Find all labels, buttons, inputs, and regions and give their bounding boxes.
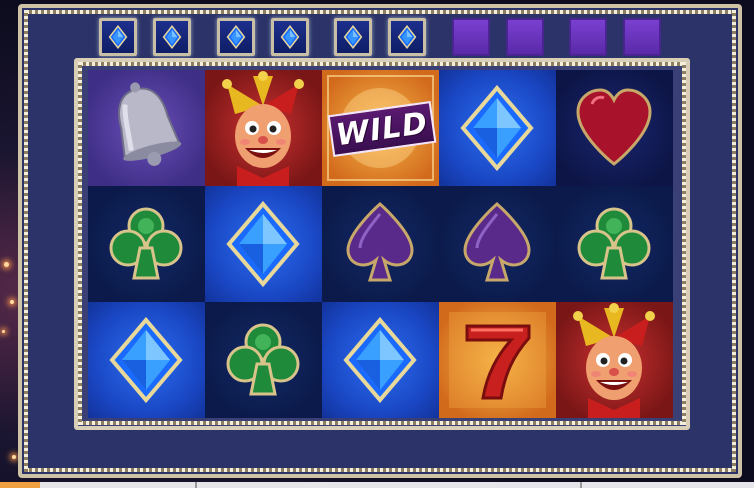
tracker-slot-lit <box>217 18 255 56</box>
reel-cell-jester <box>205 70 322 186</box>
bottom-bar-accent <box>0 482 40 488</box>
sparkle-light <box>12 455 16 459</box>
slot-game-screen: { "game": {"wild_text": "WILD"}, "colors… <box>0 0 754 488</box>
reel-light-strip <box>80 421 684 425</box>
reel-cell-bell <box>88 70 205 186</box>
bottom-bar <box>0 482 754 488</box>
reel-cell-diamond <box>322 302 439 418</box>
reel-cell-diamond <box>439 70 556 186</box>
tracker-slot-lit <box>153 18 191 56</box>
reel-cell-diamond <box>88 302 205 418</box>
tracker-slot-lit <box>271 18 309 56</box>
bottom-bar-segment <box>580 482 582 488</box>
tracker-slot-empty <box>623 18 661 56</box>
tracker-slot-lit <box>334 18 372 56</box>
frame-light-strip <box>24 10 28 472</box>
reel-light-strip <box>78 62 82 425</box>
frame-light-strip <box>26 10 734 14</box>
frame-light-strip <box>26 468 734 472</box>
reel-cell-jester <box>556 302 673 418</box>
sparkle-light <box>10 300 14 304</box>
frame-light-strip <box>732 10 736 472</box>
tracker-slot-lit <box>388 18 426 56</box>
reel-cell-club <box>556 186 673 302</box>
tracker-slot-empty <box>452 18 490 56</box>
tracker-slot-empty <box>569 18 607 56</box>
reel-cell-heart <box>556 70 673 186</box>
reel-cell-wild: WILD <box>322 70 439 186</box>
reel-light-strip <box>80 62 684 66</box>
reel-cell-seven <box>439 302 556 418</box>
sparkle-light <box>2 330 5 333</box>
reel-cell-spade <box>322 186 439 302</box>
reel-cell-diamond <box>205 186 322 302</box>
reel-cell-spade <box>439 186 556 302</box>
tracker-slot-empty <box>506 18 544 56</box>
bottom-bar-segment <box>195 482 197 488</box>
sparkle-light <box>4 262 9 267</box>
reel-cell-club <box>205 302 322 418</box>
reel-light-strip <box>682 62 686 425</box>
reel-cell-club <box>88 186 205 302</box>
reel-grid: WILD <box>88 70 673 418</box>
tracker-slot-lit <box>99 18 137 56</box>
